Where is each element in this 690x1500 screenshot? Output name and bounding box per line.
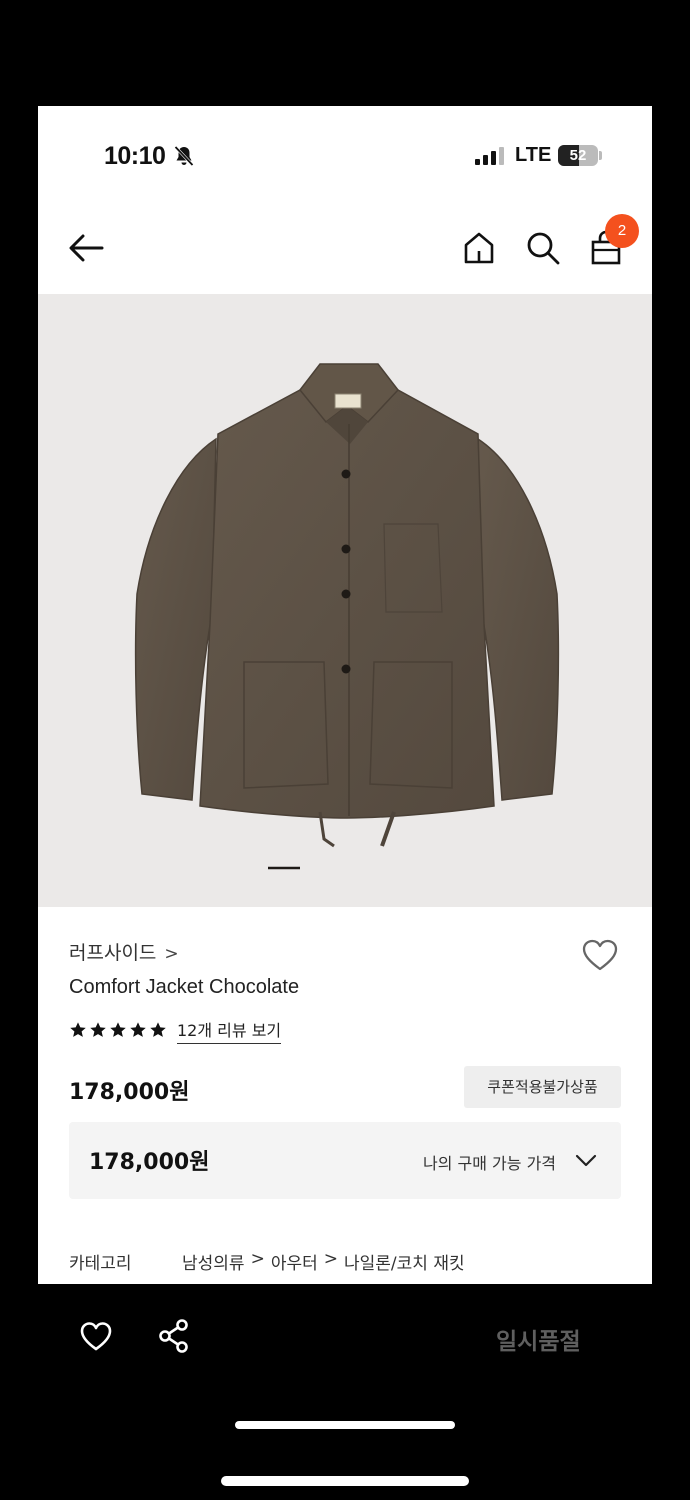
- heart-icon[interactable]: [581, 938, 619, 972]
- category-item[interactable]: 남성의류: [182, 1249, 245, 1274]
- share-icon[interactable]: [157, 1318, 191, 1354]
- battery-icon: 52: [558, 145, 598, 166]
- my-price-label: 나의 구매 가능 가격: [423, 1154, 557, 1173]
- rating-row: 12개 리뷰 보기: [69, 1017, 282, 1044]
- home-indicator[interactable]: [221, 1476, 469, 1486]
- category-item[interactable]: 나일론/코치 재킷: [344, 1249, 465, 1274]
- jacket-image: [134, 363, 560, 870]
- battery-level: 52: [569, 147, 587, 164]
- my-price-dropdown[interactable]: 178,000원 나의 구매 가능 가격: [69, 1122, 621, 1199]
- brand-link[interactable]: 러프사이드 >: [69, 938, 179, 965]
- category-breadcrumb: 카테고리 남성의류 > 아우터 > 나일론/코치 재킷: [69, 1249, 465, 1274]
- status-time: 10:10: [104, 142, 166, 170]
- chevron-right-icon: >: [164, 944, 179, 964]
- product-name: Comfort Jacket Chocolate: [69, 976, 300, 998]
- star-icon: [130, 1022, 146, 1037]
- star-icon: [150, 1022, 166, 1037]
- breadcrumb-separator: >: [323, 1249, 338, 1269]
- search-icon[interactable]: [525, 230, 561, 266]
- category-label: 카테고리: [69, 1254, 132, 1274]
- top-nav: 2: [38, 206, 652, 294]
- category-item[interactable]: 아우터: [271, 1249, 318, 1274]
- heart-icon[interactable]: [79, 1320, 113, 1352]
- product-price: 178,000원: [69, 1080, 190, 1105]
- brand-name: 러프사이드: [69, 942, 157, 964]
- battery-cap: [599, 151, 602, 160]
- star-icon: [110, 1022, 126, 1037]
- back-arrow-icon[interactable]: [66, 230, 106, 266]
- bottom-action-bar: 일시품절: [0, 1284, 690, 1394]
- star-icon: [90, 1022, 106, 1037]
- star-icon: [70, 1022, 86, 1037]
- status-bar: 10:10 LTE 52: [38, 106, 652, 206]
- bell-slash-icon: [174, 145, 194, 167]
- sold-out-status: 일시품절: [496, 1329, 581, 1355]
- home-indicator[interactable]: [235, 1421, 455, 1429]
- breadcrumb-separator: >: [250, 1249, 265, 1269]
- star-rating: [69, 1021, 167, 1039]
- home-icon[interactable]: [462, 230, 496, 266]
- app-screen: 10:10 LTE 52 2 러프사이드 > Comfort Jacket Ch…: [38, 106, 652, 1284]
- network-type: LTE: [515, 144, 552, 166]
- my-price-value: 178,000원: [89, 1150, 210, 1175]
- review-link[interactable]: 12개 리뷰 보기: [177, 1017, 282, 1044]
- signal-icon: [475, 147, 504, 165]
- cart-count-badge[interactable]: 2: [605, 214, 639, 248]
- product-image[interactable]: [38, 294, 652, 907]
- coupon-unavailable-badge: 쿠폰적용불가상품: [464, 1066, 621, 1108]
- chevron-down-icon: [575, 1154, 597, 1167]
